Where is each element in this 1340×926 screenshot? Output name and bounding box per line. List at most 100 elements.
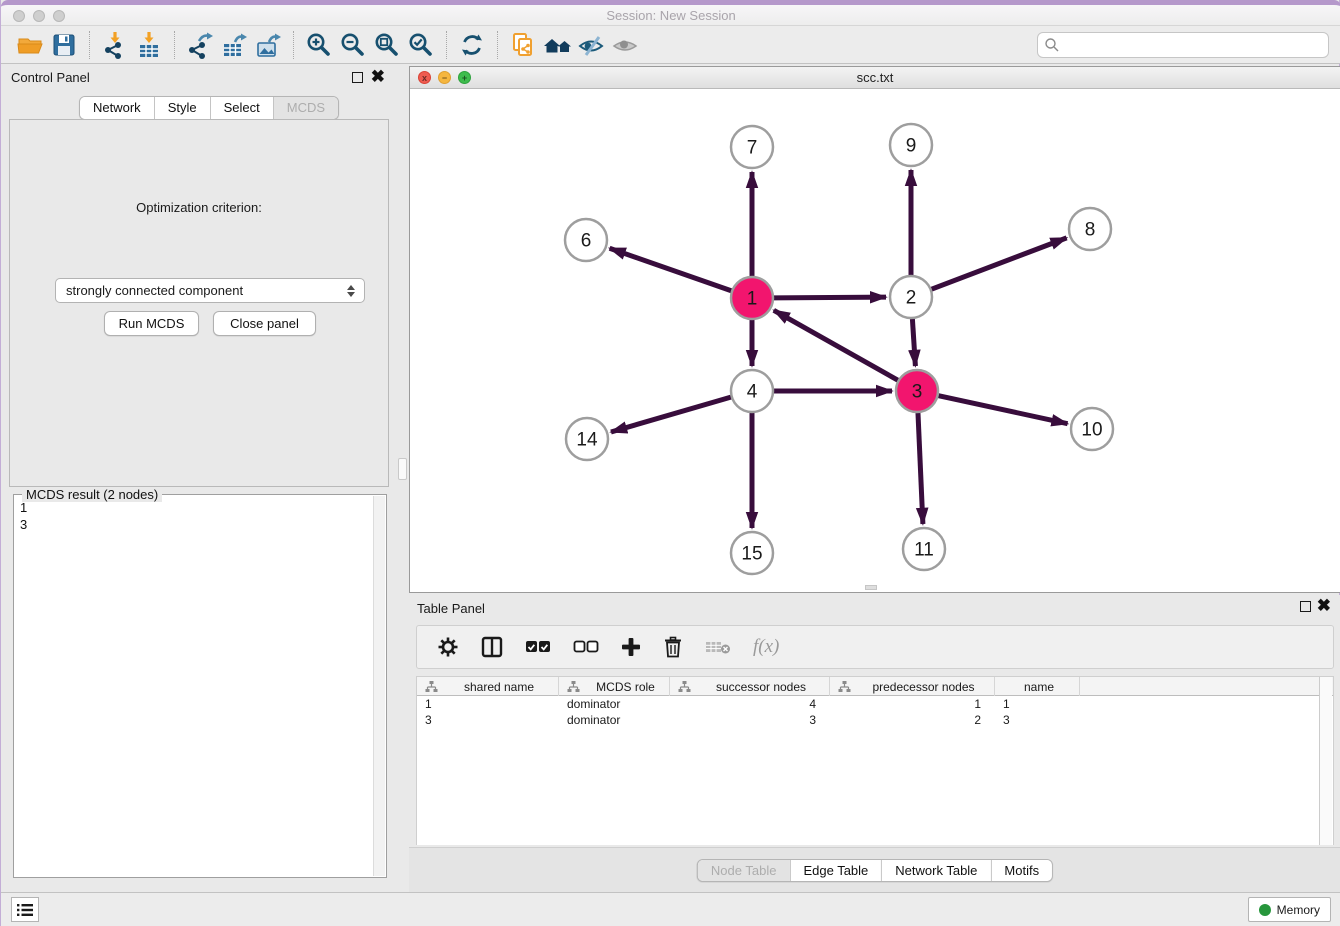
gear-icon xyxy=(437,636,459,658)
splitter-handle[interactable] xyxy=(398,458,407,480)
import-network-button[interactable] xyxy=(98,29,132,61)
graph-edge-3-10[interactable] xyxy=(938,396,1067,424)
import-table-button[interactable] xyxy=(132,29,166,61)
floppy-disk-icon xyxy=(50,31,78,59)
table-cell[interactable]: dominator xyxy=(559,712,670,728)
panel-splitter[interactable] xyxy=(397,64,409,892)
column-header-MCDS-role[interactable]: MCDS role xyxy=(559,677,670,696)
hide-selected-button[interactable] xyxy=(574,29,608,61)
open-session-button[interactable] xyxy=(13,29,47,61)
export-image-icon xyxy=(254,31,282,59)
export-network-button[interactable] xyxy=(183,29,217,61)
graph-edge-3-1[interactable] xyxy=(774,310,898,380)
toolbar-separator xyxy=(446,31,447,59)
graph-node-label-4: 4 xyxy=(747,382,758,403)
graph-edge-2-3[interactable] xyxy=(912,319,915,366)
tab-node-table[interactable]: Node Table xyxy=(698,860,790,881)
graph-edge-1-6[interactable] xyxy=(610,248,732,290)
title-bar: Session: New Session xyxy=(1,0,1340,26)
column-header-name[interactable]: name xyxy=(995,677,1080,696)
selected-option-label: strongly connected component xyxy=(66,283,243,298)
table-body: 1dominator4113dominator323 xyxy=(417,696,1333,728)
graph-edge-4-14[interactable] xyxy=(611,397,731,432)
eye-icon xyxy=(611,31,639,59)
search-input[interactable] xyxy=(1037,32,1329,58)
import-network-icon xyxy=(101,31,129,59)
tab-mcds[interactable]: MCDS xyxy=(273,97,338,119)
table-cell[interactable]: 2 xyxy=(830,712,995,728)
tab-select[interactable]: Select xyxy=(210,97,273,119)
close-panel-icon[interactable]: ✖ xyxy=(371,66,385,88)
column-header-shared-name[interactable]: shared name xyxy=(417,677,559,696)
clone-network-button[interactable] xyxy=(506,29,540,61)
table-cell[interactable]: 3 xyxy=(417,712,559,728)
tab-style[interactable]: Style xyxy=(154,97,210,119)
zoom-out-button[interactable] xyxy=(336,29,370,61)
refresh-layout-button[interactable] xyxy=(455,29,489,61)
mcds-result-text: 13 xyxy=(20,499,370,873)
table-cell[interactable]: dominator xyxy=(559,696,670,712)
graph-node-label-9: 9 xyxy=(906,136,917,157)
home-button[interactable] xyxy=(540,29,574,61)
graph-node-label-6: 6 xyxy=(581,231,592,252)
table-cell[interactable]: 3 xyxy=(995,712,1080,728)
float-panel-icon[interactable] xyxy=(1300,601,1311,612)
graph-edge-1-2[interactable] xyxy=(774,297,886,298)
mcds-result-line: 1 xyxy=(20,499,370,516)
add-row-button[interactable] xyxy=(621,632,641,662)
table-row[interactable]: 3dominator323 xyxy=(417,712,1333,728)
run-mcds-button[interactable]: Run MCDS xyxy=(104,311,199,336)
tab-edge-table[interactable]: Edge Table xyxy=(789,860,881,881)
list-icon xyxy=(17,903,33,917)
delete-table-button[interactable] xyxy=(705,632,731,662)
optimization-criterion-label: Optimization criterion: xyxy=(10,200,388,215)
close-panel-button[interactable]: Close panel xyxy=(213,311,316,336)
unchecked-boxes-icon xyxy=(573,640,599,654)
show-all-button[interactable] xyxy=(608,29,642,61)
graph-edge-3-11[interactable] xyxy=(918,413,923,524)
task-history-button[interactable] xyxy=(11,897,39,922)
tab-motifs[interactable]: Motifs xyxy=(990,860,1052,881)
table-cell[interactable]: 3 xyxy=(670,712,830,728)
control-panel-header: Control Panel ✖ xyxy=(1,64,397,92)
column-header-label: name xyxy=(1003,680,1075,694)
zoom-fit-button[interactable] xyxy=(370,29,404,61)
tab-network-table[interactable]: Network Table xyxy=(881,860,990,881)
refresh-icon xyxy=(458,31,486,59)
table-panel-title: Table Panel xyxy=(417,601,485,616)
graph-node-label-7: 7 xyxy=(747,138,758,159)
graph-node-label-8: 8 xyxy=(1085,220,1096,241)
table-scrollbar[interactable] xyxy=(1319,677,1332,845)
network-canvas[interactable]: 7968124314101511 xyxy=(410,89,1340,592)
save-session-button[interactable] xyxy=(47,29,81,61)
memory-button[interactable]: Memory xyxy=(1248,897,1331,922)
export-network-icon xyxy=(186,31,214,59)
network-resize-handle[interactable] xyxy=(865,585,877,590)
toolbar-separator xyxy=(174,31,175,59)
column-header-successor-nodes[interactable]: successor nodes xyxy=(670,677,830,696)
table-row[interactable]: 1dominator411 xyxy=(417,696,1333,712)
export-image-button[interactable] xyxy=(251,29,285,61)
graph-edge-2-8[interactable] xyxy=(932,238,1067,289)
table-cell[interactable]: 1 xyxy=(995,696,1080,712)
tab-network[interactable]: Network xyxy=(80,97,154,119)
deselect-all-button[interactable] xyxy=(573,632,599,662)
float-panel-icon[interactable] xyxy=(352,72,363,83)
export-table-button[interactable] xyxy=(217,29,251,61)
delete-row-button[interactable] xyxy=(663,632,683,662)
zoom-in-button[interactable] xyxy=(302,29,336,61)
attribute-tree-icon xyxy=(567,681,580,693)
function-builder-button[interactable]: f(x) xyxy=(753,632,779,662)
mcds-result-scrollbar[interactable] xyxy=(373,496,385,876)
optimization-criterion-select[interactable]: strongly connected component xyxy=(55,278,365,303)
control-panel-tabs: NetworkStyleSelectMCDS xyxy=(79,96,339,120)
show-column-button[interactable] xyxy=(481,632,503,662)
column-header-predecessor-nodes[interactable]: predecessor nodes xyxy=(830,677,995,696)
close-panel-icon[interactable]: ✖ xyxy=(1317,595,1331,617)
table-settings-button[interactable] xyxy=(437,632,459,662)
table-cell[interactable]: 4 xyxy=(670,696,830,712)
table-cell[interactable]: 1 xyxy=(417,696,559,712)
table-cell[interactable]: 1 xyxy=(830,696,995,712)
zoom-selected-button[interactable] xyxy=(404,29,438,61)
select-all-button[interactable] xyxy=(525,632,551,662)
